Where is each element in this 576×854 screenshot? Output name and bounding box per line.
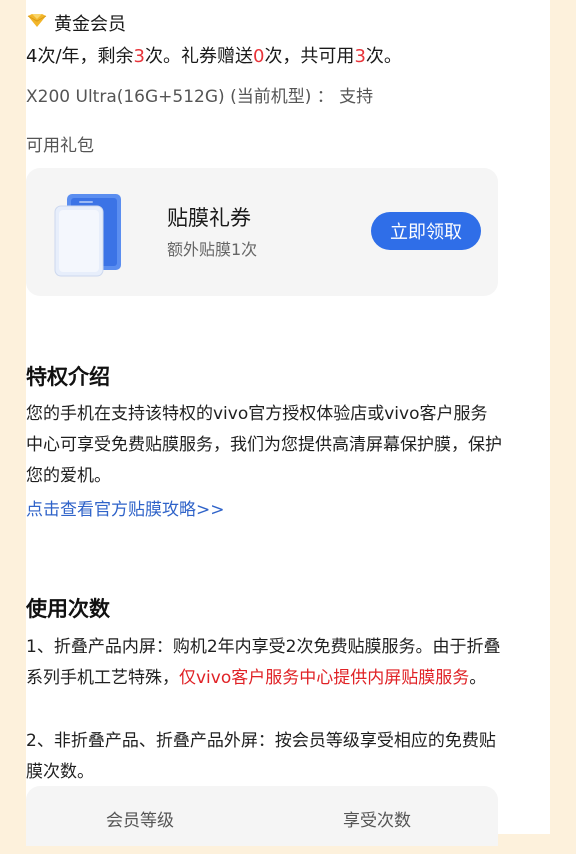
- privilege-intro-text: 您的手机在支持该特权的vivo官方授权体验店或vivo客户服务中心可享受免费贴膜…: [26, 404, 502, 486]
- quota-text-part: 次。: [365, 46, 402, 67]
- quota-text-part: 次。礼券赠送: [144, 46, 253, 67]
- privilege-intro-heading: 特权介绍: [26, 365, 110, 389]
- total-count: 3: [354, 46, 366, 67]
- remaining-count: 3: [133, 46, 145, 67]
- member-level-title: 黄金会员: [54, 14, 126, 35]
- available-gift-label: 可用礼包: [26, 136, 94, 156]
- coupon-title: 贴膜礼券: [167, 206, 251, 230]
- screen-protector-icon: [53, 192, 125, 278]
- table-header-level: 会员等级: [106, 811, 174, 831]
- quota-text-part: 4次/年，剩余: [26, 46, 134, 67]
- device-model-support: X200 Ultra(16G+512G) (当前机型) ： 支持: [26, 87, 374, 107]
- usage-quota-text: 4次/年，剩余3次。礼券赠送0次，共可用3次。: [26, 42, 402, 68]
- usage-rule-non-foldable: 2、非折叠产品、折叠产品外屏：按会员等级享受相应的免费贴膜次数。: [26, 731, 496, 782]
- official-guide-link[interactable]: 点击查看官方贴膜攻略>>: [26, 495, 225, 520]
- gold-member-icon: [26, 13, 48, 33]
- usage-count-heading: 使用次数: [26, 597, 110, 621]
- screen-protector-coupon-card: 贴膜礼券 额外贴膜1次 立即领取: [26, 168, 498, 296]
- usage-rule-text: 。: [469, 668, 487, 688]
- usage-rule-highlight: 仅vivo客户服务中心提供内屏贴膜服务: [179, 668, 470, 688]
- gift-count: 0: [252, 46, 265, 67]
- coupon-subtitle: 额外贴膜1次: [167, 240, 258, 259]
- member-level-table: 会员等级 享受次数: [26, 786, 498, 846]
- quota-text-part: 次，共可用: [264, 46, 355, 67]
- usage-rule-foldable: 1、折叠产品内屏：购机2年内享受2次免费贴膜服务。由于折叠系列手机工艺特殊，仅v…: [26, 632, 502, 694]
- member-level-row: 黄金会员: [26, 10, 126, 36]
- table-header-count: 享受次数: [343, 811, 411, 831]
- claim-now-button[interactable]: 立即领取: [371, 212, 481, 250]
